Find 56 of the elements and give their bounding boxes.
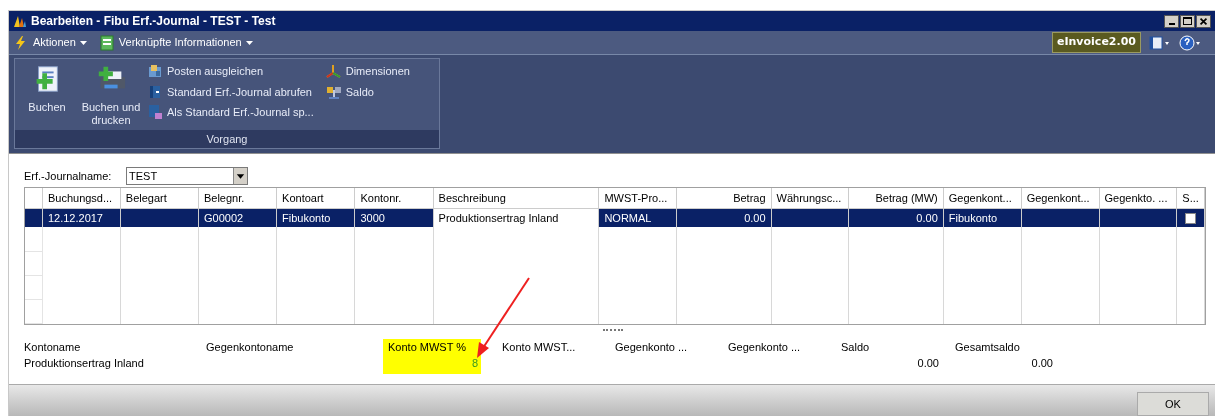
ribbon-action[interactable]: Standard Erf.-Journal abrufen bbox=[147, 83, 314, 100]
column-header[interactable]: Betrag (MW) bbox=[849, 188, 944, 208]
product-badge[interactable]: eInvoice2.00 bbox=[1052, 32, 1141, 53]
column-header[interactable]: Kontoart bbox=[276, 188, 355, 208]
layout-icon[interactable] bbox=[1149, 35, 1171, 50]
list-sheet-icon bbox=[98, 34, 115, 51]
checkbox[interactable] bbox=[1185, 213, 1197, 225]
field-label: Gesamtsaldo bbox=[955, 340, 1021, 355]
group-label: Vorgang bbox=[15, 130, 439, 148]
column-header[interactable]: MWST-Pro... bbox=[598, 188, 677, 208]
ribbon-button[interactable]: Buchen und drucken bbox=[79, 63, 143, 130]
book-save-icon bbox=[147, 104, 163, 121]
column-header[interactable]: Buchungsd... bbox=[42, 188, 121, 208]
column-header[interactable]: Belegart bbox=[120, 188, 199, 208]
minimize-icon[interactable] bbox=[1164, 14, 1179, 28]
field-value: 8 bbox=[470, 356, 478, 371]
column-header[interactable]: Belegnr. bbox=[198, 188, 277, 208]
journal-name-label: Erf.-Journalname: bbox=[24, 168, 113, 184]
field-label: Kontoname bbox=[24, 340, 82, 355]
ribbon-action[interactable]: Dimensionen bbox=[325, 63, 410, 80]
column-header[interactable]: Betrag bbox=[676, 188, 772, 208]
book-icon bbox=[147, 83, 163, 100]
ok-button[interactable]: OK bbox=[1137, 392, 1209, 416]
axes-icon bbox=[325, 63, 342, 80]
column-header[interactable]: Währungsc... bbox=[771, 188, 849, 208]
column-header[interactable]: Beschreibung bbox=[433, 188, 599, 208]
field-label: Gegenkonto ... bbox=[728, 340, 802, 355]
app-logo-icon bbox=[13, 14, 27, 28]
menu-item[interactable]: Aktionen bbox=[13, 34, 87, 51]
maximize-icon[interactable] bbox=[1180, 14, 1195, 28]
table-row[interactable]: 12.12.2017 G00002 Fibukonto 3000 Produktionsertrag Inland NORMAL 0.00 0.00 Fibukonto bbox=[25, 208, 1205, 227]
column-header[interactable]: Kontonr. bbox=[354, 188, 434, 208]
ribbon-action[interactable]: Saldo bbox=[325, 83, 410, 100]
field-value: Produktionsertrag Inland bbox=[24, 356, 145, 371]
column-header[interactable]: S... bbox=[1176, 188, 1205, 208]
journal-name-dropdown[interactable]: TEST bbox=[126, 167, 248, 185]
field-label: Konto MWST % bbox=[388, 340, 468, 355]
window-title: Bearbeiten - Fibu Erf.-Journal - TEST - Test bbox=[31, 13, 276, 30]
ledger-icon bbox=[147, 63, 163, 80]
caret-icon bbox=[245, 40, 253, 45]
ribbon-button[interactable]: Buchen bbox=[15, 63, 79, 130]
field-label: Konto MWST... bbox=[502, 340, 577, 355]
column-header[interactable]: Gegenkont... bbox=[943, 188, 1022, 208]
help-icon[interactable] bbox=[1179, 34, 1203, 51]
field-value: 0.00 bbox=[916, 356, 939, 371]
column-header[interactable]: Gegenkto. ... bbox=[1099, 188, 1177, 208]
field-label: Gegenkontoname bbox=[206, 340, 295, 355]
field-value: 0.00 bbox=[1030, 356, 1053, 371]
column-header[interactable]: Gegenkont... bbox=[1021, 188, 1099, 208]
field-label: Gegenkonto ... bbox=[615, 340, 689, 355]
menu-item[interactable]: Verknüpfte Informationen bbox=[98, 34, 253, 51]
field-label: Saldo bbox=[841, 340, 871, 355]
ribbon-action[interactable]: Posten ausgleichen bbox=[147, 63, 314, 80]
ribbon-action[interactable]: Als Standard Erf.-Journal sp... bbox=[147, 104, 314, 121]
close-icon[interactable] bbox=[1196, 14, 1211, 28]
caret-icon bbox=[79, 40, 87, 45]
